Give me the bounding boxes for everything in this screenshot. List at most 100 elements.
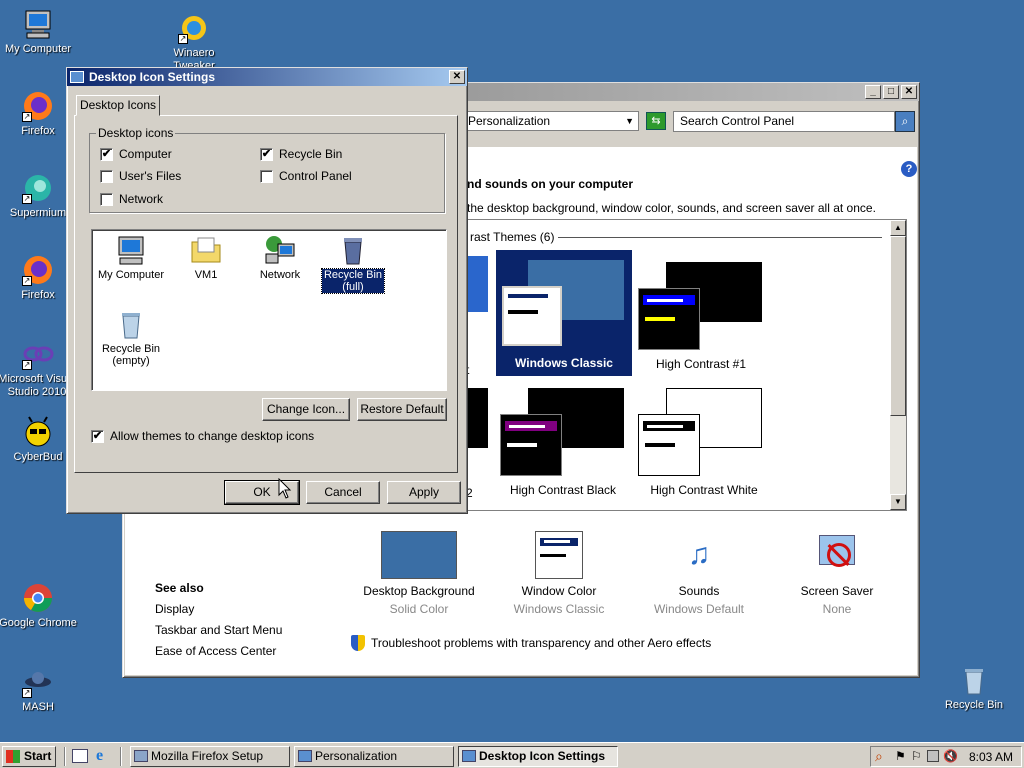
ie-icon[interactable]: e bbox=[96, 748, 112, 764]
desktop-icon-settings-dialog: Desktop Icon Settings ✕ Desktop Icons De… bbox=[66, 67, 468, 514]
checkbox-box[interactable]: ✔ bbox=[91, 429, 104, 443]
task-desktop-icon-settings[interactable]: Desktop Icon Settings bbox=[458, 746, 618, 767]
restore-default-button[interactable]: Restore Default bbox=[357, 398, 447, 421]
flag-icon[interactable]: ⚐ bbox=[911, 749, 922, 763]
tab-desktop-icons[interactable]: Desktop Icons bbox=[76, 95, 160, 116]
recycle-bin-icon bbox=[958, 664, 990, 696]
checkbox-label: User's Files bbox=[119, 169, 182, 183]
task-personalization[interactable]: Personalization bbox=[294, 746, 454, 767]
search-icon[interactable]: ⌕ bbox=[875, 748, 883, 765]
scroll-up-button[interactable]: ▲ bbox=[890, 220, 906, 236]
checkbox-box[interactable] bbox=[100, 169, 113, 183]
window-color-icon bbox=[535, 531, 583, 579]
refresh-button[interactable]: ⇆ bbox=[646, 112, 666, 130]
theme-tile-high-contrast-white[interactable]: High Contrast White bbox=[636, 386, 766, 502]
icon-preview-list[interactable]: My Computer VM1 Network Recycle Bin (ful… bbox=[91, 229, 447, 391]
close-button[interactable]: ✕ bbox=[449, 70, 465, 84]
desktop-icon-recycle-bin[interactable]: Recycle Bin bbox=[934, 664, 1014, 712]
preview-label: My Computer bbox=[97, 269, 165, 281]
checkbox-box[interactable] bbox=[100, 192, 113, 206]
cancel-button[interactable]: Cancel bbox=[306, 481, 380, 504]
checkbox-box[interactable]: ✔ bbox=[100, 147, 113, 161]
see-also-display-link[interactable]: Display bbox=[155, 602, 194, 616]
desktop-icon-mash[interactable]: ↗ MASH bbox=[0, 666, 78, 714]
tab-label: Desktop Icons bbox=[79, 98, 157, 112]
sounds-icon: ♫ bbox=[687, 538, 711, 571]
preview-item-network[interactable]: Network bbox=[252, 234, 308, 281]
window-icon bbox=[298, 750, 312, 762]
start-button[interactable]: Start bbox=[2, 746, 56, 767]
network-icon bbox=[264, 234, 296, 266]
checkbox-box[interactable]: ✔ bbox=[260, 147, 273, 161]
search-icon[interactable]: ⌕ bbox=[895, 111, 915, 132]
computer-icon bbox=[115, 234, 147, 266]
preview-item-my-computer[interactable]: My Computer bbox=[96, 234, 166, 281]
network-tray-icon[interactable] bbox=[927, 750, 939, 762]
recycle-bin-checkbox[interactable]: ✔ Recycle Bin bbox=[260, 147, 342, 161]
maximize-button[interactable]: □ bbox=[883, 85, 899, 99]
users-files-checkbox[interactable]: User's Files bbox=[100, 169, 181, 183]
firefox-icon: ↗ bbox=[22, 254, 54, 286]
control-panel-checkbox[interactable]: Control Panel bbox=[260, 169, 352, 183]
show-desktop-icon[interactable] bbox=[72, 749, 88, 763]
desktop-icon-label: Microsoft Visual Studio 2010 bbox=[0, 373, 76, 398]
preview-item-recycle-bin-full[interactable]: Recycle Bin (full) bbox=[321, 234, 385, 294]
clock[interactable]: 8:03 AM bbox=[969, 750, 1013, 764]
chevron-down-icon[interactable]: ▼ bbox=[625, 112, 634, 130]
scroll-thumb[interactable] bbox=[890, 236, 906, 416]
task-firefox-setup[interactable]: Mozilla Firefox Setup bbox=[130, 746, 290, 767]
help-icon[interactable]: ? bbox=[901, 161, 917, 177]
dialog-titlebar[interactable]: Desktop Icon Settings ✕ bbox=[67, 68, 467, 86]
troubleshoot-link[interactable]: Troubleshoot problems with transparency … bbox=[371, 636, 711, 650]
see-also-ease-link[interactable]: Ease of Access Center bbox=[155, 644, 276, 658]
desktop-icon-google-chrome[interactable]: Google Chrome bbox=[0, 582, 78, 630]
mash-icon: ↗ bbox=[22, 666, 54, 698]
theme-list-scrollbar[interactable]: ▲ ▼ bbox=[890, 220, 906, 510]
theme-tile-high-contrast-1[interactable]: High Contrast #1 bbox=[636, 256, 766, 374]
theme-label: High Contrast #1 bbox=[655, 357, 747, 371]
theme-tile-windows-classic[interactable]: Windows Classic bbox=[496, 250, 632, 376]
desktop-icon-label: Google Chrome bbox=[0, 617, 77, 629]
checkbox-box[interactable] bbox=[260, 169, 273, 183]
mouse-cursor-icon bbox=[278, 477, 292, 503]
flag-icon[interactable]: ⚑ bbox=[895, 749, 906, 763]
preview-item-recycle-bin-empty[interactable]: Recycle Bin (empty) bbox=[96, 308, 166, 367]
desktop-icon-label: My Computer bbox=[4, 43, 72, 55]
checkbox-label: Control Panel bbox=[279, 169, 352, 183]
preview-item-vm1[interactable]: VM1 bbox=[178, 234, 234, 281]
computer-checkbox[interactable]: ✔ Computer bbox=[100, 147, 172, 161]
minimize-button[interactable]: _ bbox=[865, 85, 881, 99]
theme-tile-partial[interactable] bbox=[466, 388, 488, 448]
address-text: Personalization bbox=[468, 114, 551, 128]
theme-tile-partial[interactable] bbox=[466, 256, 488, 312]
desktop-background-setting[interactable]: Desktop Background Solid Color bbox=[359, 531, 479, 616]
setting-label: Screen Saver bbox=[800, 584, 874, 598]
network-checkbox[interactable]: Network bbox=[100, 192, 163, 206]
address-bar[interactable]: Personalization ▼ bbox=[463, 111, 639, 131]
sounds-setting[interactable]: ♫ Sounds Windows Default bbox=[639, 531, 759, 616]
search-input[interactable]: Search Control Panel bbox=[673, 111, 895, 132]
screen-saver-setting[interactable]: Screen Saver None bbox=[777, 531, 897, 616]
setup-icon bbox=[134, 750, 148, 762]
close-button[interactable]: ✕ bbox=[901, 85, 917, 99]
checkbox-label: Recycle Bin bbox=[279, 147, 343, 161]
desktop-icon-winaero-tweaker[interactable]: ↗ Winaero Tweaker bbox=[154, 12, 234, 73]
theme-group-divider bbox=[558, 237, 882, 238]
theme-list[interactable]: rast Themes (6) t Windows Classic bbox=[465, 219, 907, 511]
preview-label: Recycle Bin (empty) bbox=[101, 343, 161, 367]
recycle-bin-full-icon bbox=[337, 234, 369, 266]
system-tray: ⌕ ⚑ ⚐ 🔇 8:03 AM bbox=[870, 746, 1022, 767]
desktop-icon-my-computer[interactable]: My Computer bbox=[0, 8, 78, 56]
apply-button[interactable]: Apply bbox=[387, 481, 461, 504]
setting-value: Windows Default bbox=[653, 602, 745, 616]
see-also-taskbar-link[interactable]: Taskbar and Start Menu bbox=[155, 623, 282, 637]
cyberbud-icon bbox=[22, 416, 54, 448]
scroll-down-button[interactable]: ▼ bbox=[890, 494, 906, 510]
volume-icon[interactable]: 🔇 bbox=[943, 749, 958, 763]
theme-tile-high-contrast-black[interactable]: High Contrast Black bbox=[498, 386, 628, 502]
setting-label: Window Color bbox=[521, 584, 597, 598]
change-icon-button[interactable]: Change Icon... bbox=[262, 398, 350, 421]
desktop-icon-label: MASH bbox=[22, 701, 54, 713]
allow-themes-checkbox[interactable]: ✔ Allow themes to change desktop icons bbox=[91, 429, 314, 443]
window-color-setting[interactable]: Window Color Windows Classic bbox=[499, 531, 619, 616]
